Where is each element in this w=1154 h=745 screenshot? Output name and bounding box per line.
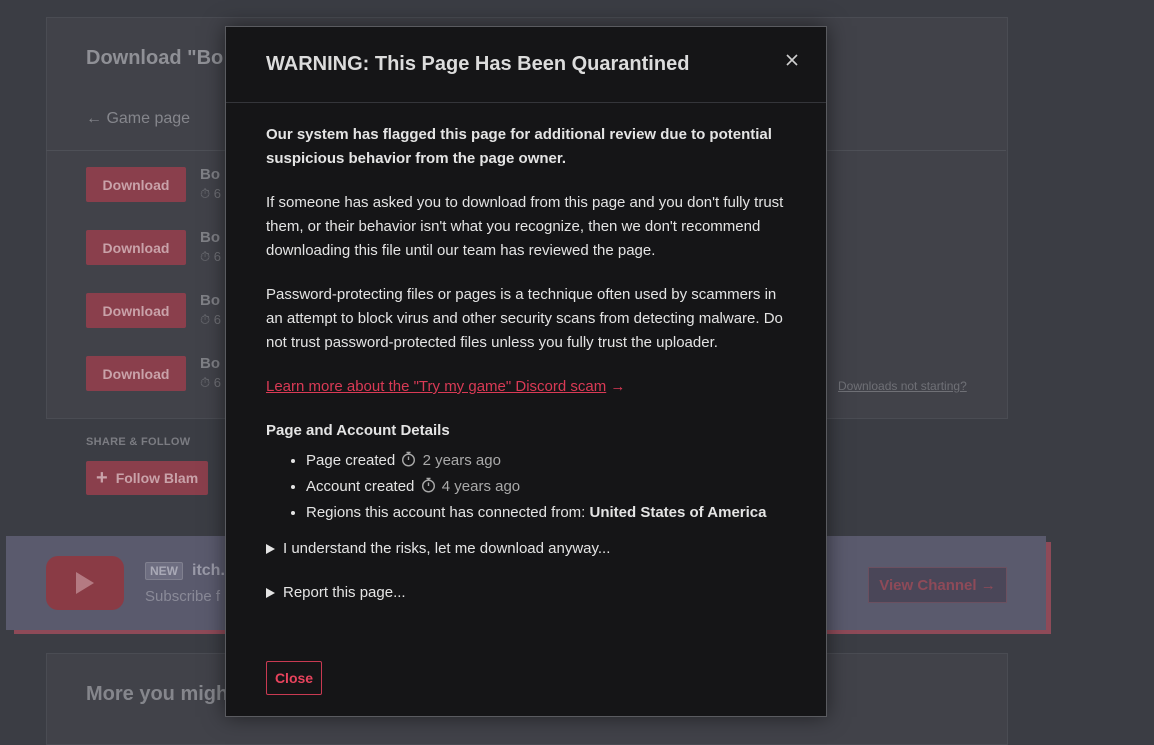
upload-meta: ⏱ 6 [200,312,221,327]
clock-icon: ⏱ [200,375,211,390]
close-button[interactable]: Close [266,661,322,695]
modal-header: WARNING: This Page Has Been Quarantined [226,27,826,103]
learn-more-row: Learn more about the "Try my game" Disco… [266,375,791,399]
game-page-link[interactable]: ← Game page [86,110,190,128]
close-icon[interactable] [781,49,803,71]
download-button[interactable]: Download [86,230,186,265]
list-item: Account created 4 years ago [306,475,791,501]
discord-scam-link[interactable]: Learn more about the "Try my game" Disco… [266,378,606,395]
view-channel-button[interactable]: View Channel → [868,567,1007,603]
details-list: Page created 2 years ago Account created… [266,449,791,525]
download-page-title: Download "Bo [86,47,224,69]
details-heading: Page and Account Details [266,422,450,439]
modal-title: WARNING: This Page Has Been Quarantined [266,53,690,75]
new-badge: NEW [145,562,183,580]
youtube-icon [46,556,124,610]
share-follow-label: SHARE & FOLLOW [86,436,191,448]
downloads-not-starting-link[interactable]: Downloads not starting? [838,379,967,393]
download-button[interactable]: Download [86,167,186,202]
upload-name: Bo [200,355,220,372]
follow-button-label: Follow Blam [115,470,199,486]
stopwatch-icon [421,477,436,501]
stopwatch-icon [401,451,416,475]
list-item: Regions this account has connected from:… [306,501,791,525]
password-paragraph: Password-protecting files or pages is a … [266,286,783,351]
clock-icon: ⏱ [200,312,211,327]
disclosure-triangle-icon [266,544,275,554]
upload-meta: ⏱ 6 [200,186,221,201]
upload-meta: ⏱ 6 [200,249,221,264]
upload-name: Bo [200,166,220,183]
upload-name: Bo [200,292,220,309]
list-item: Page created 2 years ago [306,449,791,475]
promo-title: itch. [192,562,225,579]
upload-name: Bo [200,229,220,246]
download-anyway-toggle[interactable]: I understand the risks, let me download … [266,537,791,561]
disclosure-triangle-icon [266,588,275,598]
report-page-toggle[interactable]: Report this page... [266,581,791,605]
download-button[interactable]: Download [86,356,186,391]
more-section-title: More you migh [86,683,229,705]
trust-paragraph: If someone has asked you to download fro… [266,194,784,259]
flagged-notice: Our system has flagged this page for add… [266,126,772,167]
clock-icon: ⏱ [200,186,211,201]
download-button[interactable]: Download [86,293,186,328]
clock-icon: ⏱ [200,249,211,264]
upload-meta: ⏱ 6 [200,375,221,390]
quarantine-modal: WARNING: This Page Has Been Quarantined … [225,26,827,717]
arrow-right-icon: → [610,378,626,395]
promo-subtitle: Subscribe f [145,588,221,605]
plus-icon: + [96,467,108,489]
follow-button[interactable]: + Follow Blam [86,461,208,495]
modal-body: Our system has flagged this page for add… [266,123,791,625]
